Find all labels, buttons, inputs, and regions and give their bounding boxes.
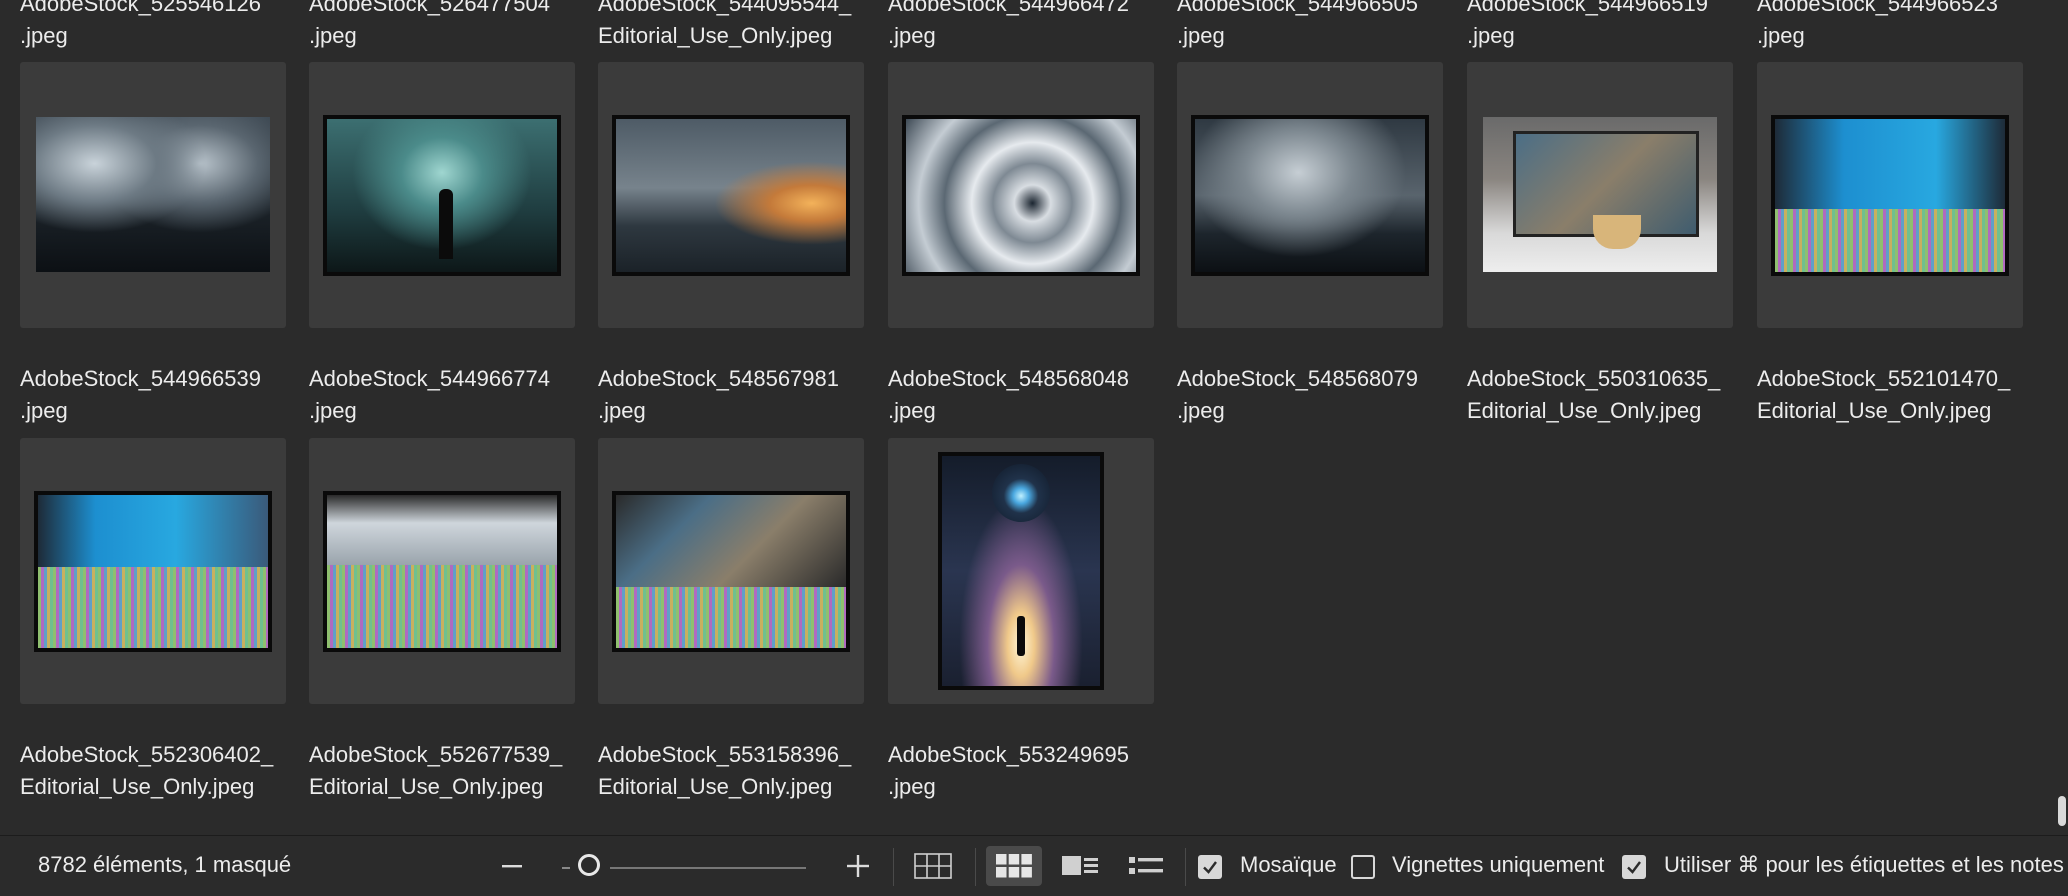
caption-top: AdobeStock_544966472 .jpeg — [888, 0, 1129, 48]
caption: AdobeStock_548567981 .jpeg — [598, 366, 839, 423]
dark-storm-image — [1191, 115, 1429, 276]
caption: AdobeStock_548568048 .jpeg — [888, 366, 1129, 423]
labels-notes-checkbox[interactable] — [1622, 855, 1646, 879]
storm-sunset-image — [612, 115, 850, 276]
checkmark-icon — [1627, 861, 1641, 874]
scrollbar-thumb[interactable] — [2058, 796, 2066, 826]
caption-top: AdobeStock_526477504 .jpeg — [309, 0, 550, 48]
zoom-out-button[interactable] — [494, 846, 530, 886]
caption: AdobeStock_553249695 .jpeg — [888, 742, 1129, 799]
view-list-button[interactable] — [1124, 846, 1168, 886]
checkmark-icon — [1203, 861, 1217, 874]
thumbnail-cell[interactable] — [888, 438, 1154, 704]
caption: AdobeStock_552677539_ Editorial_Use_Only… — [309, 742, 563, 799]
separator — [1185, 848, 1186, 886]
caption-top: AdobeStock_544966505 .jpeg — [1177, 0, 1418, 48]
cave-image — [36, 117, 270, 272]
caption: AdobeStock_553158396_ Editorial_Use_Only… — [598, 742, 852, 799]
item-count: 8782 éléments, 1 masqué — [38, 852, 292, 877]
list-view-icon — [1129, 857, 1163, 874]
corrupted-1-image — [34, 491, 272, 652]
separator — [975, 848, 976, 886]
thumbnail-cell[interactable] — [598, 62, 864, 328]
minus-icon — [502, 865, 522, 868]
caption-top: AdobeStock_544966523 .jpeg — [1757, 0, 1998, 48]
grid-outline-icon — [914, 853, 952, 879]
caption: AdobeStock_552306402_ Editorial_Use_Only… — [20, 742, 274, 799]
caption-top: AdobeStock_544966519 .jpeg — [1467, 0, 1708, 48]
cloud-swirl-image — [902, 115, 1140, 276]
thumbnails-only-checkbox[interactable] — [1351, 855, 1375, 879]
caption-top: AdobeStock_544095544_ Editorial_Use_Only… — [598, 0, 852, 48]
thumbnails-only-label: Vignettes uniquement — [1392, 852, 1605, 877]
avatar-corrupted-image — [1771, 115, 2009, 276]
zoom-slider-knob[interactable] — [578, 854, 600, 876]
zoom-slider-track[interactable] — [610, 867, 806, 869]
caption-top: AdobeStock_525546126 .jpeg — [20, 0, 261, 48]
view-detail-button[interactable] — [1058, 846, 1102, 886]
thumbnail-cell[interactable] — [1757, 62, 2023, 328]
plus-icon — [847, 855, 869, 877]
status-bar: 8782 éléments, 1 masqué Mosaïque Vignett… — [0, 835, 2068, 896]
astronaut-image — [938, 452, 1104, 690]
caption: AdobeStock_548568079 .jpeg — [1177, 366, 1418, 423]
caption: AdobeStock_552101470_ Editorial_Use_Only… — [1757, 366, 2011, 423]
caption: AdobeStock_544966539 .jpeg — [20, 366, 261, 423]
zoom-in-button[interactable] — [840, 846, 876, 886]
thumbnail-cell[interactable] — [1467, 62, 1733, 328]
detail-view-icon — [1062, 856, 1098, 875]
thumbnail-cell[interactable] — [309, 438, 575, 704]
corrupted-2-image — [323, 491, 561, 652]
thumbnail-cell[interactable] — [1177, 62, 1443, 328]
view-grid-outline-button[interactable] — [908, 846, 958, 886]
caption: AdobeStock_544966774 .jpeg — [309, 366, 550, 423]
mosaic-checkbox[interactable] — [1198, 855, 1222, 879]
caption: AdobeStock_550310635_ Editorial_Use_Only… — [1467, 366, 1721, 423]
separator — [893, 848, 894, 886]
thumbnail-cell[interactable] — [20, 438, 286, 704]
grid-filled-icon — [996, 854, 1032, 878]
tv-popcorn-image — [1483, 117, 1717, 272]
mosaic-label: Mosaïque — [1240, 852, 1337, 877]
thumbnail-cell[interactable] — [888, 62, 1154, 328]
corrupted-3-image — [612, 491, 850, 652]
labels-notes-label: Utiliser ⌘ pour les étiquettes et les no… — [1664, 852, 2064, 877]
thumbnail-cell[interactable] — [598, 438, 864, 704]
figure-creature-image — [323, 115, 561, 276]
thumbnail-cell[interactable] — [309, 62, 575, 328]
thumbnail-grid: AdobeStock_525546126 .jpeg AdobeStock_52… — [0, 0, 2068, 835]
view-grid-filled-button[interactable] — [986, 846, 1042, 886]
slider-min-marker — [562, 867, 570, 869]
thumbnail-cell[interactable] — [20, 62, 286, 328]
